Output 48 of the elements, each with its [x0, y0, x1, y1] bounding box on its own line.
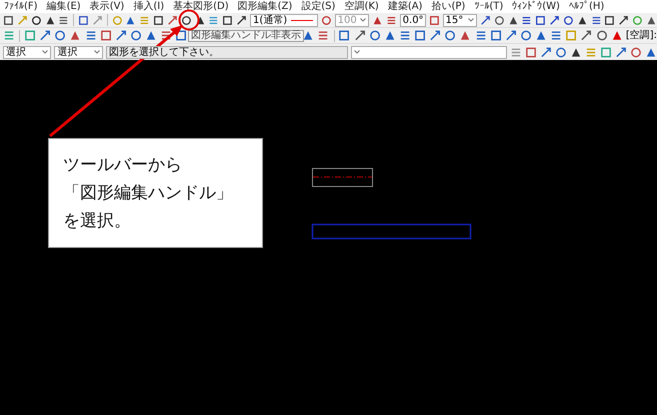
menu-item[interactable]: ﾌｧｲﾙ(F)	[4, 0, 38, 12]
tool-icon[interactable]	[604, 14, 616, 26]
tooltip: 図形編集ハンドル非表示	[188, 30, 304, 42]
tool-icon[interactable]	[222, 14, 234, 26]
menu-item[interactable]: ｳｨﾝﾄﾞｳ(W)	[512, 0, 560, 12]
tool-icon[interactable]	[562, 14, 574, 26]
callout-text: を選択。	[63, 210, 132, 232]
tool-icon[interactable]	[30, 14, 42, 26]
mode-dropdown[interactable]: 選択	[3, 46, 52, 58]
tool-icon[interactable]	[580, 29, 593, 42]
snap-angle-dropdown[interactable]: 15°	[442, 14, 477, 26]
dropdown-caret-icon	[360, 18, 366, 22]
highlight-circle	[178, 10, 200, 30]
tool-icon[interactable]	[480, 14, 491, 26]
menu-item[interactable]: 図形編集(Z)	[238, 0, 292, 12]
dropdown-caret-icon	[94, 50, 100, 54]
menu-item[interactable]: 設定(S)	[301, 0, 336, 12]
callout-text: ツールバーから	[63, 154, 183, 176]
selected-rectangle	[312, 168, 373, 187]
tool-icon[interactable]	[180, 14, 192, 26]
tool-icon[interactable]	[236, 14, 247, 26]
menu-item[interactable]: 表示(V)	[90, 0, 124, 12]
tool-icon[interactable]	[153, 14, 164, 26]
prompt-field: 図形を選択して下さい。	[106, 46, 348, 58]
tool-icon[interactable]	[354, 29, 366, 42]
tool-icon[interactable]	[494, 14, 505, 26]
callout-text: 「図形編集ハンドル」	[63, 182, 234, 204]
line-type-dropdown[interactable]: 1(通常)	[250, 14, 318, 26]
tool-icon[interactable]	[78, 14, 89, 26]
menu-item[interactable]: 編集(E)	[46, 0, 81, 12]
tool-icon[interactable]	[596, 29, 608, 42]
dropdown-caret-icon	[354, 50, 360, 54]
menu-item[interactable]: 空調(K)	[344, 0, 379, 12]
dropdown-caret-icon	[468, 18, 474, 22]
menu-item[interactable]: 基本図形(D)	[173, 0, 229, 12]
tool-icon[interactable]	[549, 14, 560, 26]
angle-field[interactable]: 0.0°	[400, 14, 426, 26]
dropdown-caret-icon	[42, 50, 48, 54]
tool-icon[interactable]	[618, 14, 630, 26]
mode-dropdown[interactable]: 選択	[54, 46, 103, 58]
menu-item[interactable]: 拾い(P)	[431, 0, 466, 12]
tool-icon[interactable]	[3, 14, 14, 26]
menu-item[interactable]: ﾍﾙﾌﾟ(H)	[568, 0, 604, 12]
menu-item[interactable]: 挿入(I)	[133, 0, 164, 12]
menu-item[interactable]: 建築(A)	[388, 0, 422, 12]
tool-icon[interactable]	[535, 14, 546, 26]
layer-label: [空調]:	[626, 30, 657, 40]
menu-item[interactable]: ﾂｰﾙ(T)	[474, 0, 504, 12]
